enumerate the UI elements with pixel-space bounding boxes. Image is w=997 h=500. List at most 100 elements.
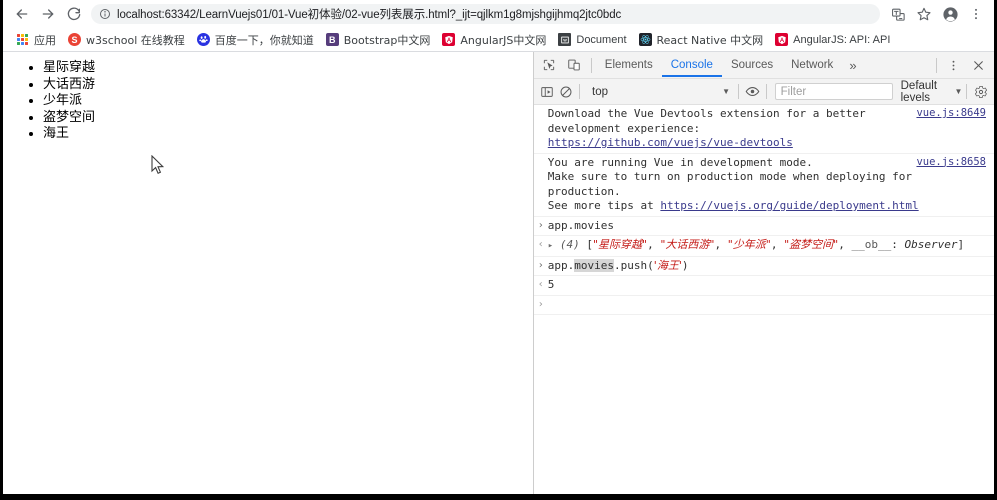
console-input-echo[interactable]: › app.movies.push('海王') xyxy=(533,257,994,276)
bookmark-w3school[interactable]: S w3school 在线教程 xyxy=(62,30,191,50)
execution-context-select[interactable]: top ▼ xyxy=(584,86,734,98)
array-item: "少年派" xyxy=(727,238,771,251)
expr-mid: .push( xyxy=(614,258,654,272)
console-prompt[interactable]: › xyxy=(533,296,994,315)
console-filter-bar: top ▼ Default levels ▼ xyxy=(533,79,994,105)
forward-button[interactable] xyxy=(35,1,61,27)
bookmark-label: Document xyxy=(576,33,627,46)
tab-elements[interactable]: Elements xyxy=(596,54,662,77)
divider xyxy=(936,57,937,73)
bookmark-label: 百度一下，你就知道 xyxy=(214,33,314,47)
more-tabs-button[interactable]: » xyxy=(842,56,863,75)
bookmark-apps[interactable]: 应用 xyxy=(10,30,62,50)
chevron-down-icon: ▼ xyxy=(954,87,963,96)
web-page-content: 星际穿越 大话西游 少年派 盗梦空间 海王 xyxy=(3,52,533,494)
input-expression: app.movies.push('海王') xyxy=(547,258,994,274)
browser-chrome: localhost:63342/LearnVuejs01/01-Vue初体验/0… xyxy=(3,0,994,52)
expand-triangle-icon[interactable]: ▸ xyxy=(548,241,553,251)
input-arrow-icon: › xyxy=(537,259,544,271)
chevron-down-icon: ▼ xyxy=(722,87,731,96)
result-arrow-icon: ‹ xyxy=(537,239,544,250)
bracket-open: [ xyxy=(586,238,593,251)
tab-console[interactable]: Console xyxy=(661,54,722,77)
angularjs-api-icon xyxy=(775,33,789,46)
bookmark-document[interactable]: W Document xyxy=(552,31,632,48)
divider xyxy=(579,84,581,99)
expr-arg: '海王' xyxy=(653,258,682,272)
profile-avatar-icon[interactable] xyxy=(938,2,962,26)
live-expression-icon[interactable] xyxy=(743,80,762,104)
observer-key: __ob__ xyxy=(851,238,892,251)
bookmark-star-icon[interactable] xyxy=(912,2,936,26)
back-button[interactable] xyxy=(9,1,35,27)
translate-icon[interactable] xyxy=(886,2,910,26)
angularjs-icon xyxy=(442,33,456,46)
execution-context-value: top xyxy=(592,85,609,98)
list-item: 少年派 xyxy=(43,93,533,110)
vue-devtools-link[interactable]: https://github.com/vuejs/vue-devtools xyxy=(548,136,793,149)
divider xyxy=(966,84,968,99)
bookmark-label: AngularJS中文网 xyxy=(460,33,547,47)
settings-gear-icon[interactable] xyxy=(971,80,990,104)
console-message[interactable]: You are running Vue in development mode.… xyxy=(533,154,994,217)
clear-console-icon[interactable] xyxy=(556,80,575,104)
bookmark-angularjs-api[interactable]: AngularJS: API: API xyxy=(769,31,896,48)
input-expression: app.movies xyxy=(547,218,615,232)
list-item: 海王 xyxy=(43,126,533,143)
chrome-menu-icon[interactable] xyxy=(964,2,988,26)
tab-network[interactable]: Network xyxy=(782,54,842,77)
msg-line: production. xyxy=(547,184,621,198)
result-value: 5 xyxy=(547,278,555,291)
array-length: (4) xyxy=(559,238,580,251)
divider xyxy=(765,84,767,99)
bookmark-react-native[interactable]: React Native 中文网 xyxy=(633,30,770,50)
info-circle-icon[interactable] xyxy=(99,8,111,20)
svg-text:W: W xyxy=(563,38,567,42)
bookmark-label: 应用 xyxy=(34,33,56,47)
array-preview[interactable]: ▸ (4) ["星际穿越", "大话西游", "少年派", "盗梦空间", __… xyxy=(548,238,994,254)
browser-toolbar: localhost:63342/LearnVuejs01/01-Vue初体验/0… xyxy=(3,0,994,28)
expr-prefix: app. xyxy=(547,258,575,272)
console-sidebar-icon[interactable] xyxy=(538,80,557,104)
console-message[interactable]: Download the Vue Devtools extension for … xyxy=(533,105,994,154)
baidu-icon xyxy=(196,33,210,46)
w3school-icon: S xyxy=(68,33,81,46)
devtools-tabbar: Elements Console Sources Network » xyxy=(533,52,994,79)
console-prompt-input[interactable] xyxy=(548,298,994,312)
message-source-link[interactable]: vue.js:8658 xyxy=(916,156,986,168)
console-output[interactable]: Download the Vue Devtools extension for … xyxy=(533,105,994,494)
bookmark-label: AngularJS: API: API xyxy=(793,33,891,46)
bookmark-label: Bootstrap中文网 xyxy=(343,33,431,47)
log-levels-select[interactable]: Default levels ▼ xyxy=(901,80,963,104)
devtools-menu-icon[interactable] xyxy=(941,53,966,77)
document-icon: W xyxy=(558,33,572,46)
console-filter-input[interactable] xyxy=(774,83,893,100)
console-input-echo[interactable]: › app.movies xyxy=(533,217,994,236)
vue-deployment-link[interactable]: https://vuejs.org/guide/deployment.html xyxy=(660,199,918,212)
bookmark-baidu[interactable]: 百度一下，你就知道 xyxy=(191,30,320,50)
apps-grid-icon xyxy=(16,33,29,46)
address-bar[interactable]: localhost:63342/LearnVuejs01/01-Vue初体验/0… xyxy=(91,4,880,24)
expr-post: ) xyxy=(681,258,689,272)
array-item: "星际穿越" xyxy=(592,238,648,251)
tab-sources[interactable]: Sources xyxy=(722,54,782,77)
console-result-number[interactable]: ‹ 5 xyxy=(533,276,994,296)
address-bar-url: localhost:63342/LearnVuejs01/01-Vue初体验/0… xyxy=(117,9,622,21)
bookmark-bootstrap[interactable]: B Bootstrap中文网 xyxy=(320,30,437,50)
inspect-element-icon[interactable] xyxy=(537,53,562,77)
msg-line: You are running Vue in development mode. xyxy=(547,155,813,169)
message-source-link[interactable]: vue.js:8649 xyxy=(916,107,986,119)
device-toolbar-icon[interactable] xyxy=(562,53,587,77)
bookmark-angularjs[interactable]: AngularJS中文网 xyxy=(436,30,552,50)
divider xyxy=(590,57,592,73)
msg-line: Make sure to turn on production mode whe… xyxy=(547,170,913,183)
close-devtools-icon[interactable] xyxy=(966,53,991,77)
bookmark-label: w3school 在线教程 xyxy=(86,33,185,47)
devtools-panel: Elements Console Sources Network » top ▼… xyxy=(532,52,994,494)
reload-button[interactable] xyxy=(61,1,87,27)
message-gutter xyxy=(534,156,548,214)
bracket-close: ] xyxy=(957,238,965,251)
console-result-array[interactable]: ‹ ▸ (4) ["星际穿越", "大话西游", "少年派", "盗梦空间", … xyxy=(533,236,994,257)
result-arrow-icon: ‹ xyxy=(537,279,544,290)
bookmark-label: React Native 中文网 xyxy=(656,33,764,47)
